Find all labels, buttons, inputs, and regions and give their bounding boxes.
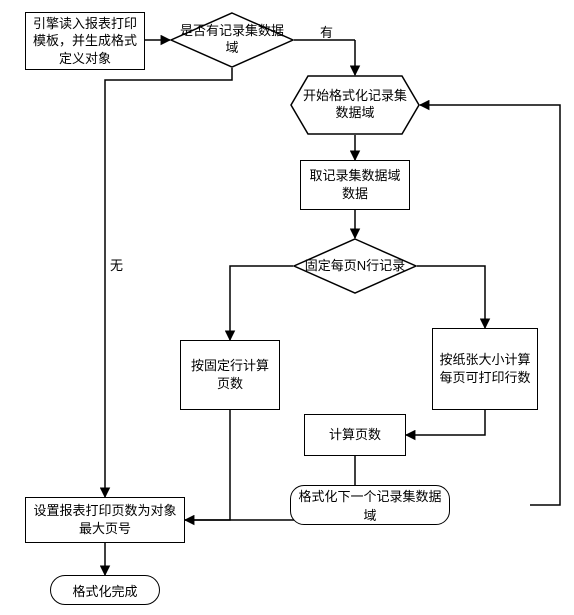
node-label: 是否有记录集数据域	[178, 23, 286, 57]
flowchart-canvas: 引擎读入报表打印模板，并生成格式定义对象 是否有记录集数据域 开始格式化记录集数…	[0, 0, 574, 615]
prep-start-format-recordset: 开始格式化记录集数据域	[290, 75, 420, 135]
node-label: 格式化完成	[72, 581, 137, 600]
process-engine-load-template: 引擎读入报表打印模板，并生成格式定义对象	[25, 12, 145, 70]
node-label: 格式化下一个记录集数据域	[297, 486, 443, 524]
process-calc-page-count: 计算页数	[304, 414, 406, 456]
edge-label-yes: 有	[320, 22, 333, 41]
decision-fixed-n-rows: 固定每页N行记录	[293, 238, 417, 294]
altproc-format-next-recordset: 格式化下一个记录集数据域	[290, 485, 450, 525]
node-label: 引擎读入报表打印模板，并生成格式定义对象	[32, 15, 138, 68]
process-calc-pages-by-fixed-rows: 按固定行计算页数	[180, 340, 280, 410]
decision-has-recordset-domain: 是否有记录集数据域	[170, 12, 294, 68]
node-label: 按固定行计算页数	[187, 357, 273, 392]
process-set-max-page-number: 设置报表打印页数为对象最大页号	[25, 497, 185, 543]
node-label: 按纸张大小计算每页可打印行数	[439, 351, 531, 386]
node-label: 计算页数	[329, 426, 381, 444]
process-get-recordset-data: 取记录集数据域数据	[300, 160, 410, 210]
terminator-format-complete: 格式化完成	[50, 575, 160, 605]
node-label: 开始格式化记录集数据域	[298, 88, 412, 122]
node-label: 取记录集数据域数据	[307, 167, 403, 202]
edge-label-no: 无	[110, 255, 123, 274]
process-calc-rows-by-paper-size: 按纸张大小计算每页可打印行数	[432, 328, 538, 410]
node-label: 设置报表打印页数为对象最大页号	[32, 502, 178, 537]
node-label: 固定每页N行记录	[305, 258, 405, 275]
